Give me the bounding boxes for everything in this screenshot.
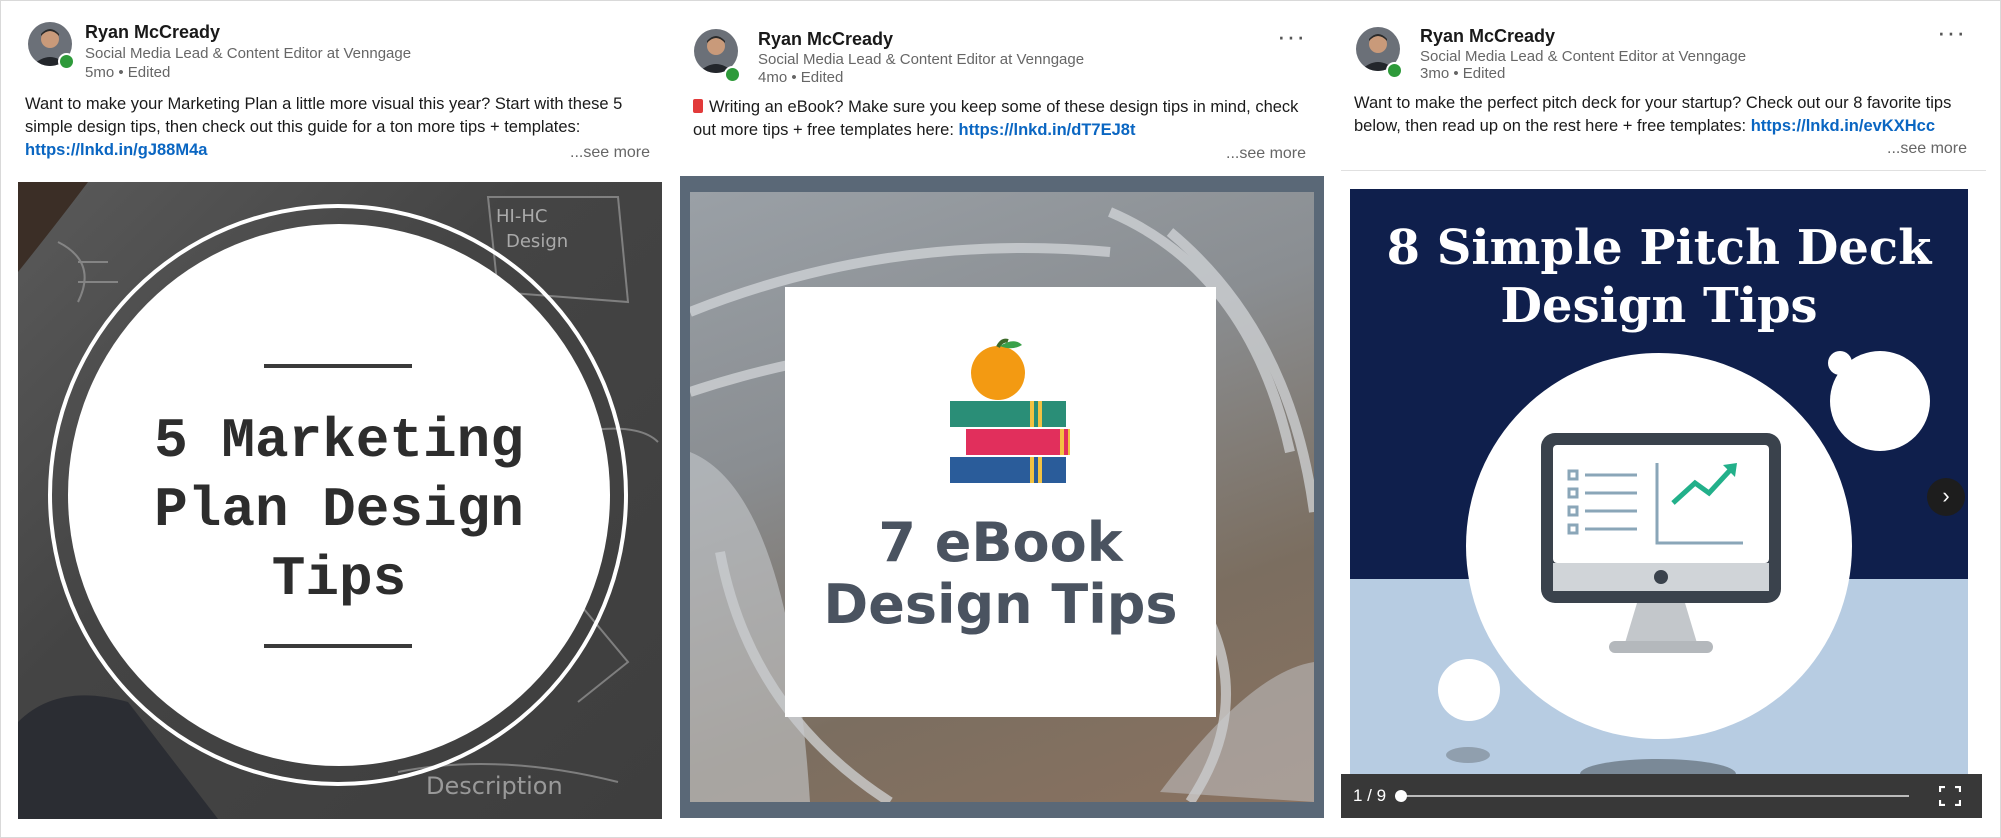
- post-link[interactable]: https://lnkd.in/gJ88M4a: [25, 141, 207, 159]
- image-title-line: 5 Marketing: [154, 409, 524, 473]
- divider: [1341, 170, 1986, 171]
- post-meta: 5mo • Edited: [85, 64, 171, 81]
- image-title-line: Design Tips: [1500, 278, 1818, 334]
- post-link[interactable]: https://lnkd.in/dT7EJ8t: [959, 121, 1136, 139]
- see-more-link[interactable]: ...see more: [1226, 145, 1306, 163]
- author-name[interactable]: Ryan McCready: [85, 22, 220, 43]
- progress-track[interactable]: [1399, 795, 1909, 797]
- monitor-shadow: [1580, 759, 1736, 774]
- next-slide-button[interactable]: ›: [1927, 478, 1965, 516]
- chevron-right-icon: ›: [1942, 483, 1950, 508]
- online-status-icon: [58, 53, 75, 70]
- post-text: Want to make your Marketing Plan a littl…: [25, 93, 660, 162]
- image-title-line: Design Tips: [823, 573, 1178, 636]
- svg-text:Description: Description: [426, 772, 563, 800]
- post-text: Want to make the perfect pitch deck for …: [1354, 92, 1974, 138]
- see-more-link[interactable]: ...see more: [1887, 140, 1967, 158]
- post-text: Writing an eBook? Make sure you keep som…: [693, 96, 1323, 142]
- divider-top: [264, 364, 412, 368]
- divider-bottom: [264, 644, 412, 648]
- ebook-title-card: 7 eBook Design Tips: [785, 287, 1216, 717]
- author-name[interactable]: Ryan McCready: [1420, 26, 1555, 47]
- post-image[interactable]: HI-HC Design Description 5 Marketing Pla…: [18, 182, 662, 819]
- post-text-body: Want to make your Marketing Plan a littl…: [25, 95, 623, 136]
- books-apple-icon: [950, 338, 1070, 483]
- carousel-slide[interactable]: 8 Simple Pitch Deck Design Tips: [1350, 189, 1968, 774]
- author-headline: Social Media Lead & Content Editor at Ve…: [1420, 48, 1747, 65]
- more-options-icon[interactable]: ···: [1937, 19, 1966, 45]
- post-meta: 3mo • Edited: [1420, 65, 1506, 82]
- image-title-line: Plan Design: [154, 478, 524, 542]
- image-title: 8 Simple Pitch Deck Design Tips: [1350, 219, 1968, 335]
- dot-shadow: [1446, 747, 1490, 763]
- image-title: 7 eBook Design Tips: [785, 512, 1216, 636]
- decorative-dot: [1830, 351, 1930, 451]
- author-headline: Social Media Lead & Content Editor at Ve…: [85, 45, 412, 62]
- decorative-dot: [1438, 659, 1500, 721]
- carousel-controls: 1 / 9: [1341, 774, 1982, 818]
- online-status-icon: [1386, 62, 1403, 79]
- image-title-line: 8 Simple Pitch Deck: [1386, 220, 1932, 276]
- image-title-line: Tips: [271, 547, 407, 611]
- author-name[interactable]: Ryan McCready: [758, 29, 893, 50]
- book-emoji-icon: [693, 99, 703, 113]
- post-marketing-plan: Ryan McCready Social Media Lead & Conten…: [0, 0, 672, 838]
- post-link[interactable]: https://lnkd.in/evKXHcc: [1751, 117, 1935, 135]
- svg-text:HI-HC: HI-HC: [496, 206, 547, 227]
- author-headline: Social Media Lead & Content Editor at Ve…: [758, 51, 1085, 68]
- svg-text:Design: Design: [506, 231, 568, 252]
- online-status-icon: [724, 66, 741, 83]
- progress-knob[interactable]: [1395, 790, 1407, 802]
- fullscreen-icon[interactable]: [1939, 786, 1961, 806]
- see-more-link[interactable]: ...see more: [570, 144, 650, 162]
- slide-counter: 1 / 9: [1353, 786, 1387, 805]
- monitor-chart-icon: [1541, 433, 1781, 653]
- post-meta: 4mo • Edited: [758, 69, 844, 86]
- post-image[interactable]: 7 eBook Design Tips: [680, 176, 1324, 818]
- more-options-icon[interactable]: ···: [1277, 23, 1306, 49]
- image-title-line: 7 eBook: [878, 511, 1123, 574]
- image-title: 5 Marketing Plan Design Tips: [68, 407, 610, 614]
